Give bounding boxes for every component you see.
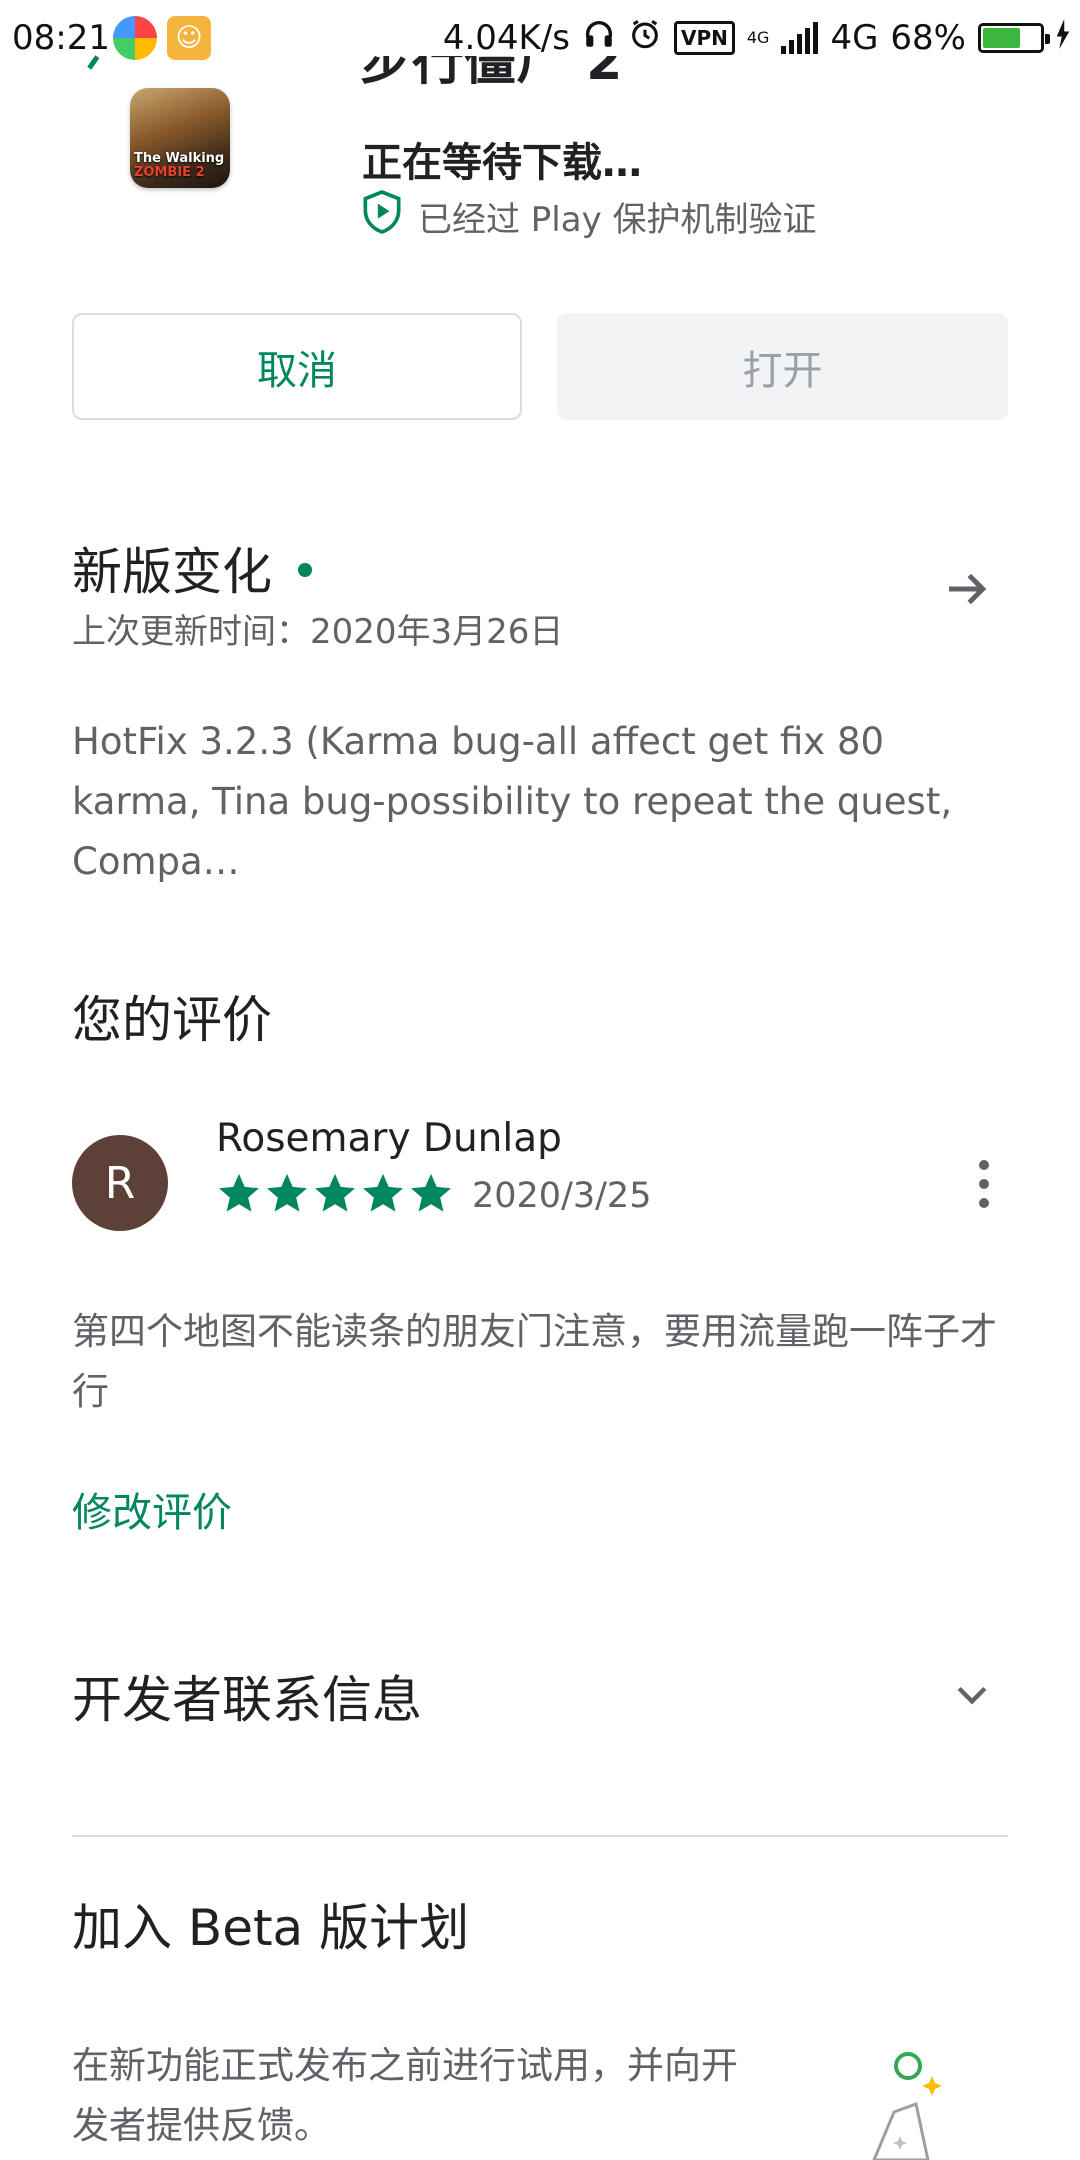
whats-new-title: 新版变化 <box>72 543 272 601</box>
play-protect-verified: 已经过 Play 保护机制验证 <box>362 190 817 243</box>
verified-text: 已经过 Play 保护机制验证 <box>418 200 817 240</box>
app-title: 步行僵尸 2 <box>360 56 623 92</box>
notification-app-icon <box>113 16 157 60</box>
notification-game-icon: ☺ <box>167 16 211 60</box>
review-text: 第四个地图不能读条的朋友门注意，要用流量跑一阵子才行 <box>72 1310 997 1413</box>
battery-percent: 68% <box>890 18 966 58</box>
whats-new-header[interactable]: 新版变化 <box>72 532 312 604</box>
review-date: 2020/3/25 <box>472 1176 652 1216</box>
star-icon <box>411 1173 451 1212</box>
star-icon <box>363 1173 403 1212</box>
section-divider <box>72 1835 1008 1837</box>
beta-flask-illustration <box>850 2050 960 2160</box>
app-icon-logo: The Walking ZOMBIE 2 <box>134 151 225 180</box>
beta-title: 加入 Beta 版计划 <box>72 1899 470 1957</box>
download-status: 正在等待下载… <box>362 140 642 186</box>
release-notes: HotFix 3.2.3 (Karma bug-all affect get f… <box>72 720 953 883</box>
play-protect-shield-icon <box>362 190 402 243</box>
network-speed: 4.04K/s <box>442 18 570 58</box>
data-indicator: 4G <box>746 28 770 47</box>
beta-description: 在新功能正式发布之前进行试用，并向开发者提供反馈。 <box>72 2044 738 2147</box>
arrow-right-icon[interactable] <box>940 562 994 620</box>
last-updated: 上次更新时间：2020年3月26日 <box>72 612 564 652</box>
star-icon <box>219 1173 259 1212</box>
network-type: 4G <box>830 18 879 58</box>
app-icon: The Walking ZOMBIE 2 <box>130 88 230 188</box>
signal-icon <box>781 22 819 54</box>
edit-review-link[interactable]: 修改评价 <box>72 1480 232 1538</box>
battery-icon <box>978 23 1050 53</box>
new-dot-indicator <box>298 562 312 577</box>
open-button[interactable]: 打开 <box>557 313 1008 420</box>
headphones-icon <box>582 17 616 60</box>
rating-stars <box>216 1170 454 1216</box>
star-icon <box>267 1173 307 1212</box>
your-review-title: 您的评价 <box>72 991 272 1049</box>
status-time: 08:21 <box>12 18 110 58</box>
vpn-icon: VPN <box>673 21 735 55</box>
cancel-button[interactable]: 取消 <box>72 313 522 420</box>
charging-icon <box>1056 18 1070 58</box>
battery-fill <box>983 28 1020 48</box>
more-options-icon[interactable] <box>972 1160 996 1208</box>
reviewer-name: Rosemary Dunlap <box>216 1116 562 1161</box>
alarm-icon <box>628 17 662 60</box>
star-icon <box>315 1173 355 1212</box>
chevron-down-icon[interactable] <box>950 1672 994 1720</box>
avatar: R <box>72 1135 168 1231</box>
developer-contact-header[interactable]: 开发者联系信息 <box>72 1660 422 1732</box>
